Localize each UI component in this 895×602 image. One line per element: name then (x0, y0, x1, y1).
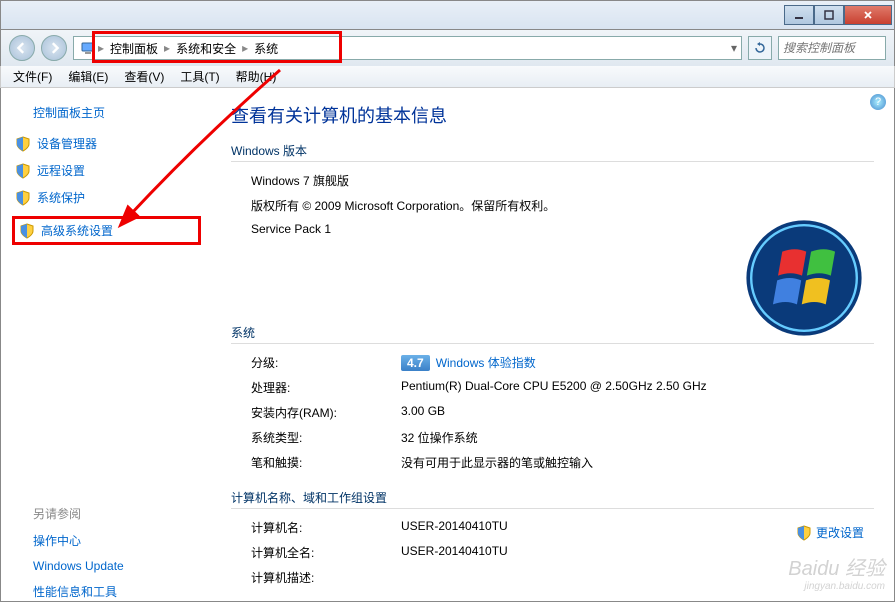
ram-label: 安装内存(RAM): (251, 404, 401, 421)
search-box[interactable] (778, 36, 886, 60)
content-body: 控制面板主页 设备管理器 远程设置 系统保护 高级系统设置 另请参阅 操作中心 … (0, 88, 895, 602)
chevron-right-icon: ▸ (96, 41, 106, 55)
breadcrumb-item[interactable]: 系统和安全 (172, 40, 240, 57)
section-windows-edition: Windows 版本 (231, 142, 874, 162)
minimize-button[interactable] (784, 5, 814, 25)
sidebar-item-device-manager[interactable]: 设备管理器 (15, 135, 201, 152)
see-also-heading: 另请参阅 (33, 505, 201, 522)
cpu-label: 处理器: (251, 379, 401, 396)
cpu-value: Pentium(R) Dual-Core CPU E5200 @ 2.50GHz… (401, 379, 874, 396)
windows-logo (744, 218, 864, 338)
pen-value: 没有可用于此显示器的笔或触控输入 (401, 454, 874, 471)
shield-icon (19, 223, 35, 239)
breadcrumb-item[interactable]: 控制面板 (106, 40, 162, 57)
shield-icon (15, 190, 31, 206)
dropdown-icon[interactable]: ▾ (731, 41, 741, 55)
menu-view[interactable]: 查看(V) (118, 66, 170, 87)
breadcrumb-item[interactable]: 系统 (250, 40, 282, 57)
systype-value: 32 位操作系统 (401, 429, 874, 446)
close-button[interactable] (844, 5, 892, 25)
forward-button[interactable] (41, 35, 67, 61)
control-panel-home-link[interactable]: 控制面板主页 (33, 104, 201, 121)
ram-value: 3.00 GB (401, 404, 874, 421)
sidebar-item-label: 设备管理器 (37, 135, 97, 152)
cfull-value: USER-20140410TU (401, 544, 874, 561)
sidebar-item-advanced-system-settings[interactable]: 高级系统设置 (12, 216, 201, 245)
cname-label: 计算机名: (251, 519, 401, 536)
windows-edition: Windows 7 旗舰版 (251, 172, 874, 189)
systype-label: 系统类型: (251, 429, 401, 446)
shield-icon (796, 525, 812, 541)
menu-bar: 文件(F) 编辑(E) 查看(V) 工具(T) 帮助(H) (0, 66, 895, 88)
link-windows-update[interactable]: Windows Update (33, 559, 201, 573)
refresh-button[interactable] (748, 36, 772, 60)
search-input[interactable] (783, 41, 881, 55)
experience-index-link[interactable]: Windows 体验指数 (436, 354, 536, 371)
titlebar (0, 0, 895, 30)
copyright-text: 版权所有 © 2009 Microsoft Corporation。保留所有权利… (251, 197, 874, 214)
maximize-button[interactable] (814, 5, 844, 25)
sidebar-item-label: 远程设置 (37, 162, 85, 179)
menu-tools[interactable]: 工具(T) (174, 66, 225, 87)
menu-file[interactable]: 文件(F) (7, 66, 58, 87)
sidebar-item-label: 系统保护 (37, 189, 85, 206)
cdesc-value (401, 569, 874, 586)
sidebar-item-label: 高级系统设置 (41, 222, 113, 239)
window-controls (784, 5, 892, 25)
chevron-right-icon: ▸ (162, 41, 172, 55)
change-settings-link[interactable]: 更改设置 (796, 524, 864, 541)
rating-label: 分级: (251, 354, 401, 371)
sidebar-item-system-protection[interactable]: 系统保护 (15, 189, 201, 206)
change-settings-label: 更改设置 (816, 524, 864, 541)
help-icon[interactable]: ? (870, 94, 886, 110)
computer-icon (80, 40, 96, 56)
link-action-center[interactable]: 操作中心 (33, 532, 201, 549)
section-computer-name: 计算机名称、域和工作组设置 (231, 489, 874, 509)
sidebar-item-remote-settings[interactable]: 远程设置 (15, 162, 201, 179)
back-button[interactable] (9, 35, 35, 61)
menu-edit[interactable]: 编辑(E) (62, 66, 114, 87)
shield-icon (15, 163, 31, 179)
rating-value: 4.7 Windows 体验指数 (401, 354, 874, 371)
rating-badge: 4.7 (401, 355, 430, 371)
address-bar[interactable]: ▸ 控制面板 ▸ 系统和安全 ▸ 系统 ▾ (73, 36, 742, 60)
main-content: ? 查看有关计算机的基本信息 Windows 版本 Windows 7 旗舰版 … (211, 88, 894, 601)
pen-label: 笔和触摸: (251, 454, 401, 471)
shield-icon (15, 136, 31, 152)
chevron-right-icon: ▸ (240, 41, 250, 55)
page-title: 查看有关计算机的基本信息 (231, 102, 874, 128)
navigation-bar: ▸ 控制面板 ▸ 系统和安全 ▸ 系统 ▾ (0, 30, 895, 66)
link-performance-info[interactable]: 性能信息和工具 (33, 583, 201, 600)
sidebar: 控制面板主页 设备管理器 远程设置 系统保护 高级系统设置 另请参阅 操作中心 … (1, 88, 211, 601)
cdesc-label: 计算机描述: (251, 569, 401, 586)
menu-help[interactable]: 帮助(H) (230, 66, 283, 87)
cfull-label: 计算机全名: (251, 544, 401, 561)
